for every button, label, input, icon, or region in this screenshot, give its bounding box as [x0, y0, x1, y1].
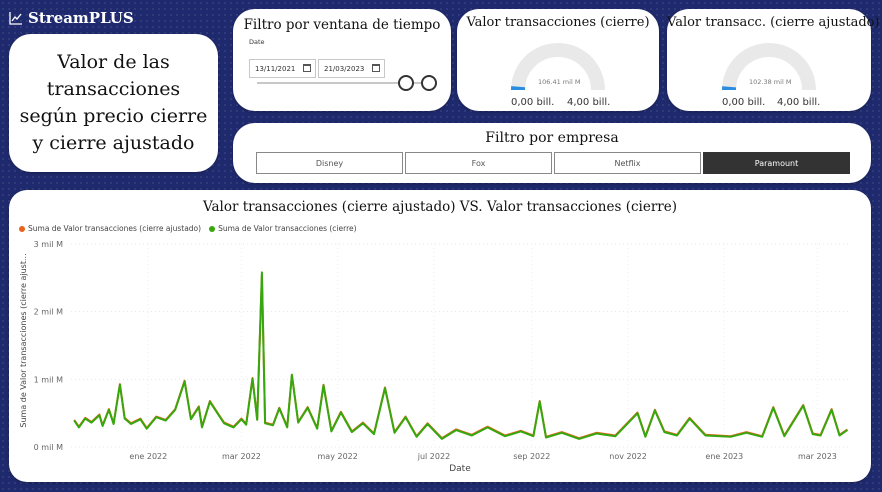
- start-date-input[interactable]: 13/11/2021: [249, 59, 316, 78]
- time-filter-card: Filtro por ventana de tiempo Date 13/11/…: [233, 9, 451, 111]
- report-title-line: y cierre ajustado: [32, 132, 195, 154]
- end-date-value: 21/03/2023: [324, 64, 365, 73]
- y-tick-label: 3 mil M: [34, 240, 63, 249]
- report-title-line: Valor de las: [57, 51, 170, 73]
- company-filter-card: Filtro por empresa Disney Fox Netflix Pa…: [233, 123, 871, 183]
- company-button-netflix[interactable]: Netflix: [554, 152, 701, 174]
- company-button-paramount[interactable]: Paramount: [703, 152, 850, 174]
- time-filter-title: Filtro por ventana de tiempo: [243, 17, 441, 33]
- line-chart-card: Valor transacciones (cierre ajustado) VS…: [9, 190, 871, 482]
- end-date-input[interactable]: 21/03/2023: [318, 59, 385, 78]
- calendar-icon[interactable]: [303, 64, 311, 72]
- gauge-value: 102.38 mil M: [749, 78, 792, 86]
- date-label: Date: [249, 38, 265, 46]
- gauge-card-close: Valor transacciones (cierre) 106.41 mil …: [457, 9, 659, 111]
- y-tick-label: 1 mil M: [34, 375, 63, 384]
- x-tick-label: jul 2022: [417, 452, 450, 461]
- slider-start-handle[interactable]: [398, 75, 414, 91]
- x-tick-label: nov 2022: [609, 452, 647, 461]
- company-button-disney[interactable]: Disney: [256, 152, 403, 174]
- x-tick-label: ene 2023: [705, 452, 743, 461]
- report-title: Valor de las transacciones según precio …: [20, 49, 208, 157]
- start-date-value: 13/11/2021: [255, 64, 296, 73]
- gauge-card-adjusted: Valor transacc. (cierre ajustado) 102.38…: [667, 9, 880, 111]
- calendar-icon[interactable]: [372, 64, 380, 72]
- gauge-max: 4,00 bill.: [567, 97, 611, 108]
- x-tick-label: may 2022: [318, 452, 358, 461]
- gauge-max: 4,00 bill.: [777, 97, 821, 108]
- report-title-card: Valor de las transacciones según precio …: [9, 34, 218, 172]
- gauge-min: 0,00 bill.: [511, 97, 555, 108]
- x-axis-label: Date: [449, 464, 471, 474]
- brand-logo: StreamPLUS: [9, 9, 134, 27]
- x-tick-label: mar 2022: [222, 452, 261, 461]
- company-button-group: Disney Fox Netflix Paramount: [256, 152, 850, 174]
- y-tick-label: 0 mil M: [34, 443, 63, 452]
- series-line-close: [73, 271, 848, 440]
- gauge-close: [511, 43, 605, 91]
- report-title-line: transacciones: [46, 78, 181, 100]
- company-filter-title: Filtro por empresa: [485, 130, 619, 146]
- gauge-min: 0,00 bill.: [722, 97, 766, 108]
- slider-end-handle[interactable]: [421, 75, 437, 91]
- x-tick-label: sep 2022: [513, 452, 550, 461]
- company-button-fox[interactable]: Fox: [405, 152, 552, 174]
- line-chart-icon: [9, 12, 22, 25]
- y-axis-label: Suma de Valor transacciones (cierre ajus…: [19, 253, 28, 427]
- x-tick-label: mar 2023: [798, 452, 837, 461]
- brand-name: StreamPLUS: [28, 9, 134, 27]
- y-tick-label: 2 mil M: [34, 308, 63, 317]
- report-title-line: según precio cierre: [19, 105, 208, 127]
- gauge-value: 106.41 mil M: [538, 78, 581, 86]
- x-tick-label: ene 2022: [129, 452, 167, 461]
- gauge-adjusted: [722, 43, 816, 91]
- line-chart-plot[interactable]: 0 mil M 1 mil M 2 mil M 3 mil M ene 2022 mar …: [9, 190, 871, 482]
